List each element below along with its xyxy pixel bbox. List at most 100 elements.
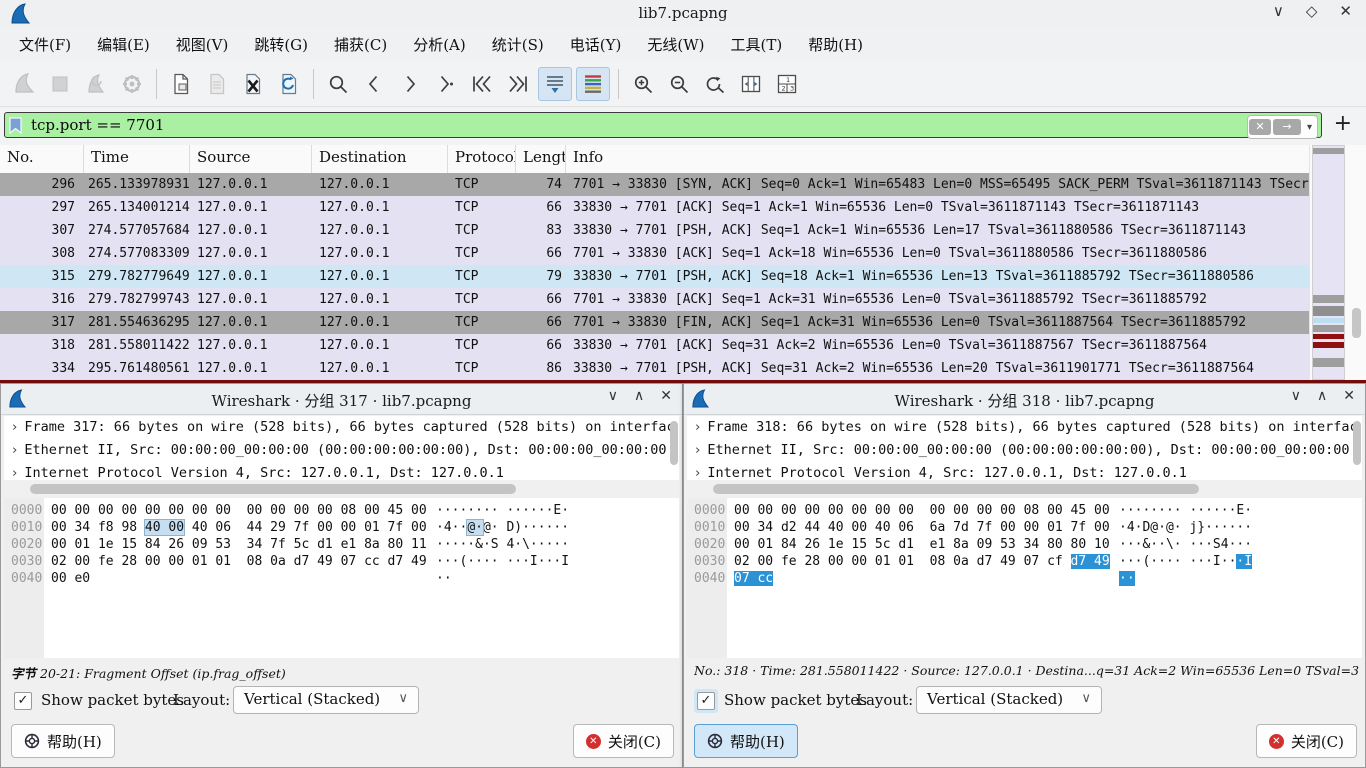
go-last-icon[interactable]	[502, 68, 534, 100]
menu-item[interactable]: 电话(Y)	[557, 30, 635, 59]
restore-icon[interactable]: ∧	[634, 388, 644, 404]
tree-scrollbar-thumb[interactable]	[1353, 421, 1361, 465]
filter-clear-button[interactable]: ✕	[1249, 119, 1271, 135]
close-dialog-button[interactable]: ✕ 关闭(C)	[1256, 724, 1357, 758]
zoom-out-icon[interactable]	[663, 68, 695, 100]
hex-row[interactable]: 003002 00 fe 28 00 00 01 01 08 0a d7 49 …	[4, 553, 679, 570]
hex-row[interactable]: 000000 00 00 00 00 00 00 00 00 00 00 00 …	[4, 502, 679, 519]
hex-row[interactable]: 000000 00 00 00 00 00 00 00 00 00 00 00 …	[687, 502, 1362, 519]
hex-row[interactable]: 001000 34 f8 98 40 00 40 06 44 29 7f 00 …	[4, 519, 679, 536]
close-icon[interactable]: ✕	[660, 388, 672, 404]
layout-select[interactable]: Vertical (Stacked) ∨	[916, 686, 1102, 714]
menu-item[interactable]: 视图(V)	[163, 30, 242, 59]
column-header-protocol[interactable]: Protocol	[448, 145, 516, 173]
packet-row-307[interactable]: 307274.577057684127.0.0.1127.0.0.1TCP833…	[0, 219, 1310, 242]
close-icon[interactable]: ✕	[1339, 2, 1352, 20]
hex-row[interactable]: 002000 01 1e 15 84 26 09 53 34 7f 5c d1 …	[4, 536, 679, 553]
hex-row[interactable]: 004007 cc··	[687, 570, 1362, 587]
packet-list-minimap[interactable]	[1312, 145, 1345, 380]
restore-icon[interactable]: ∧	[1317, 388, 1327, 404]
tree-horizontal-scrollbar[interactable]	[687, 483, 1362, 496]
minimize-icon[interactable]: ∨	[1273, 2, 1284, 20]
expander-icon[interactable]: ›	[4, 442, 24, 458]
close-icon[interactable]: ✕	[1343, 388, 1355, 404]
column-header-time[interactable]: Time	[84, 145, 190, 173]
column-header-length[interactable]: Length	[516, 145, 566, 173]
go-to-packet-icon[interactable]	[430, 68, 462, 100]
tree-hscroll-thumb[interactable]	[30, 484, 516, 494]
colorize-icon[interactable]	[576, 67, 610, 101]
zoom-reset-icon[interactable]	[699, 68, 731, 100]
minimize-icon[interactable]: ∨	[1291, 388, 1301, 404]
auto-scroll-icon[interactable]	[538, 67, 572, 101]
menu-item[interactable]: 编辑(E)	[84, 30, 163, 59]
packet-row-317[interactable]: 317281.554636295127.0.0.1127.0.0.1TCP667…	[0, 311, 1310, 334]
open-file-icon[interactable]	[165, 68, 197, 100]
menu-item[interactable]: 无线(W)	[634, 30, 717, 59]
column-header-source[interactable]: Source	[190, 145, 312, 173]
tree-horizontal-scrollbar[interactable]	[4, 483, 679, 496]
menu-item[interactable]: 捕获(C)	[321, 30, 400, 59]
cell: TCP	[448, 288, 516, 311]
hex-row[interactable]: 003002 00 fe 28 00 00 01 01 08 0a d7 49 …	[687, 553, 1362, 570]
filter-dropdown-caret-icon[interactable]: ▾	[1303, 122, 1316, 133]
show-packet-bytes-checkbox[interactable]: ✓	[694, 689, 718, 713]
menu-item[interactable]: 跳转(G)	[241, 30, 321, 59]
find-packet-icon[interactable]	[322, 68, 354, 100]
packet-row-297[interactable]: 297265.134001214127.0.0.1127.0.0.1TCP663…	[0, 196, 1310, 219]
packet-row-296[interactable]: 296265.133978931127.0.0.1127.0.0.1TCP747…	[0, 173, 1310, 196]
expander-icon[interactable]: ›	[687, 442, 707, 458]
hex-row[interactable]: 002000 01 84 26 1e 15 5c d1 e1 8a 09 53 …	[687, 536, 1362, 553]
filter-apply-button[interactable]: →	[1273, 119, 1301, 135]
display-filter-input[interactable]: tcp.port == 7701 ✕ → ▾	[4, 112, 1322, 138]
bookmark-icon[interactable]	[9, 117, 22, 134]
expander-icon[interactable]: ›	[687, 419, 707, 435]
hex-row[interactable]: 001000 34 d2 44 40 00 40 06 6a 7d 7f 00 …	[687, 519, 1362, 536]
proto-tree-item[interactable]: ›Ethernet II, Src: 00:00:00_00:00:00 (00…	[4, 439, 679, 462]
menu-item[interactable]: 帮助(H)	[795, 30, 876, 59]
packet-row-318[interactable]: 318281.558011422127.0.0.1127.0.0.1TCP663…	[0, 334, 1310, 357]
packet-list-scrollbar-thumb[interactable]	[1352, 308, 1361, 338]
help-button[interactable]: 帮助(H)	[11, 724, 115, 758]
go-forward-icon[interactable]	[394, 68, 426, 100]
column-header-info[interactable]: Info	[566, 145, 1310, 173]
close-file-icon[interactable]	[237, 68, 269, 100]
column-header-destination[interactable]: Destination	[312, 145, 448, 173]
go-first-icon[interactable]	[466, 68, 498, 100]
expander-icon[interactable]: ›	[4, 419, 24, 435]
go-back-icon[interactable]	[358, 68, 390, 100]
minimize-icon[interactable]: ∨	[608, 388, 618, 404]
packet-row-316[interactable]: 316279.782799743127.0.0.1127.0.0.1TCP667…	[0, 288, 1310, 311]
reload-file-icon[interactable]	[273, 68, 305, 100]
help-button[interactable]: 帮助(H)	[694, 724, 798, 758]
layout-123-icon[interactable]: 123	[771, 68, 803, 100]
menu-item[interactable]: 统计(S)	[479, 30, 557, 59]
resize-columns-icon[interactable]	[735, 68, 767, 100]
close-dialog-button[interactable]: ✕ 关闭(C)	[573, 724, 674, 758]
column-header-no[interactable]: No.	[0, 145, 84, 173]
hex-row[interactable]: 004000 e0··	[4, 570, 679, 587]
proto-tree-item[interactable]: ›Frame 318: 66 bytes on wire (528 bits),…	[687, 416, 1362, 439]
proto-tree-item[interactable]: ›Ethernet II, Src: 00:00:00_00:00:00 (00…	[687, 439, 1362, 462]
menu-item[interactable]: 工具(T)	[717, 30, 795, 59]
filter-add-button[interactable]: +	[1334, 111, 1352, 136]
proto-tree-item[interactable]: ›Frame 317: 66 bytes on wire (528 bits),…	[4, 416, 679, 439]
layout-select[interactable]: Vertical (Stacked) ∨	[233, 686, 419, 714]
proto-tree-item[interactable]: ›Internet Protocol Version 4, Src: 127.0…	[687, 462, 1362, 480]
tree-scrollbar-thumb[interactable]	[670, 421, 678, 465]
proto-tree-item[interactable]: ›Internet Protocol Version 4, Src: 127.0…	[4, 462, 679, 480]
zoom-in-icon[interactable]	[627, 68, 659, 100]
maximize-icon[interactable]: ◇	[1306, 2, 1318, 20]
cell: 265.133978931	[84, 173, 190, 196]
expander-icon[interactable]: ›	[4, 465, 24, 480]
show-packet-bytes-checkbox[interactable]: ✓	[11, 689, 35, 713]
packet-row-308[interactable]: 308274.577083309127.0.0.1127.0.0.1TCP667…	[0, 242, 1310, 265]
window-controls: ∨ ◇ ✕	[1273, 2, 1352, 20]
packet-row-334[interactable]: 334295.761480561127.0.0.1127.0.0.1TCP863…	[0, 357, 1310, 380]
expander-icon[interactable]: ›	[687, 465, 707, 480]
packet-row-315[interactable]: 315279.782779649127.0.0.1127.0.0.1TCP793…	[0, 265, 1310, 288]
cell: 33830 → 7701 [PSH, ACK] Seq=1 Ack=1 Win=…	[566, 219, 1310, 242]
menu-item[interactable]: 分析(A)	[400, 30, 479, 59]
menu-item[interactable]: 文件(F)	[6, 30, 84, 59]
tree-hscroll-thumb[interactable]	[713, 484, 1199, 494]
